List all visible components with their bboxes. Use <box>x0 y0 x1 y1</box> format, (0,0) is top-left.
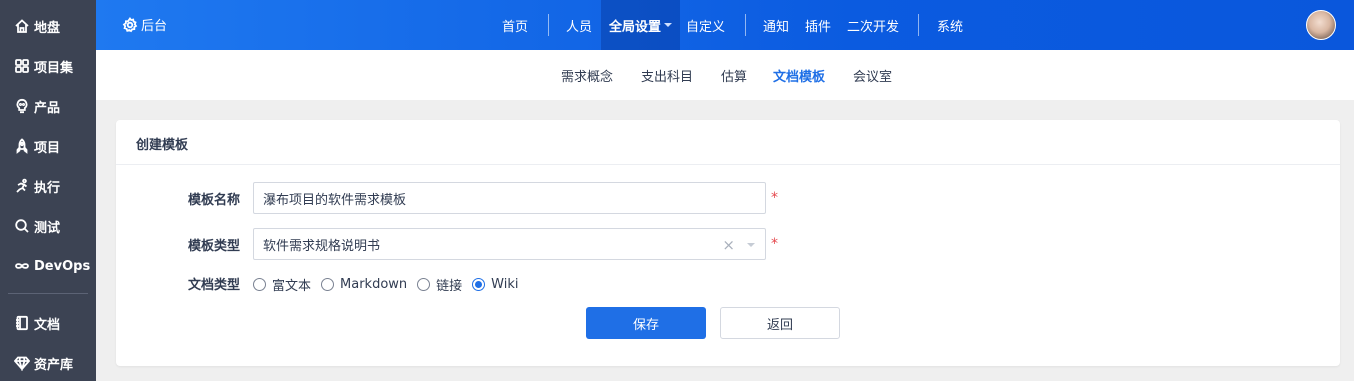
save-button[interactable]: 保存 <box>586 307 706 339</box>
sidebar-divider <box>8 293 88 294</box>
doc-type-radio-richtext[interactable]: 富文本 <box>253 275 311 294</box>
required-mark: * <box>771 236 778 252</box>
nav-people[interactable]: 人员 <box>566 0 592 50</box>
doc-type-radio-markdown[interactable]: Markdown <box>321 277 407 292</box>
panel-divider <box>116 164 1340 165</box>
sidebar-item-program[interactable]: 项目集 <box>0 46 96 86</box>
sidebar-item-label: 执行 <box>34 180 61 196</box>
radio-circle[interactable] <box>472 278 486 291</box>
radio-circle[interactable] <box>417 278 431 291</box>
sidebar-item-label: 资产库 <box>34 357 74 373</box>
sidebar-main-menu: 地盘 项目集 产品 项目 执行 测试 DevOps <box>0 6 96 286</box>
sidebar-item-project[interactable]: 项目 <box>0 126 96 166</box>
nav-global-settings[interactable]: 全局设置 <box>601 0 681 50</box>
nav-notify[interactable]: 通知 <box>763 0 789 50</box>
template-name-label: 模板名称 <box>187 193 240 208</box>
subnav-doc-template[interactable]: 文档模板 <box>773 66 825 85</box>
grid-icon <box>14 58 30 74</box>
bulb-icon <box>14 98 30 114</box>
template-type-label: 模板类型 <box>187 239 240 254</box>
template-name-input[interactable]: 瀑布项目的软件需求模板 <box>253 182 766 214</box>
run-icon <box>14 178 30 194</box>
nav-separator <box>548 14 549 36</box>
top-header: 后台 首页 人员 全局设置 自定义 通知 插件 二次开发 系统 <box>96 0 1354 50</box>
create-template-panel: 创建模板 模板名称 瀑布项目的软件需求模板 * 模板类型 软件需求规格说明书 ×… <box>116 120 1340 366</box>
sidebar-item-label: DevOps <box>34 258 91 274</box>
chevron-down-icon[interactable] <box>747 243 755 247</box>
template-type-value: 软件需求规格说明书 <box>263 238 381 254</box>
sidebar-item-doc[interactable]: 文档 <box>0 303 96 343</box>
gear-icon <box>122 16 138 32</box>
search-icon <box>14 218 30 234</box>
sidebar-bottom-menu: 文档 资产库 <box>0 303 96 381</box>
template-name-value: 瀑布项目的软件需求模板 <box>263 192 407 208</box>
nav-plugin[interactable]: 插件 <box>805 0 831 50</box>
radio-label: Markdown <box>340 277 408 292</box>
subnav-meeting-room[interactable]: 会议室 <box>853 66 892 85</box>
home-icon <box>14 18 30 34</box>
subnav-estimate[interactable]: 估算 <box>721 66 747 85</box>
doc-type-radio-wiki[interactable]: Wiki <box>472 277 519 292</box>
required-mark: * <box>771 190 778 206</box>
nav-separator <box>918 14 919 36</box>
brand-label: 后台 <box>141 19 168 34</box>
infinity-icon <box>14 258 30 274</box>
clear-icon[interactable]: × <box>722 236 735 254</box>
radio-label: Wiki <box>491 277 519 292</box>
chevron-down-icon <box>664 23 673 27</box>
avatar[interactable] <box>1306 10 1336 40</box>
doc-type-label: 文档类型 <box>187 278 240 293</box>
nav-global-settings-label: 全局设置 <box>609 19 662 35</box>
nav-home[interactable]: 首页 <box>502 0 528 50</box>
rocket-icon <box>14 138 30 154</box>
nav-secondary-dev[interactable]: 二次开发 <box>847 0 899 50</box>
subnav-story-concept[interactable]: 需求概念 <box>561 66 613 85</box>
back-button[interactable]: 返回 <box>720 307 840 339</box>
radio-label: 富文本 <box>272 279 312 294</box>
sidebar-item-label: 地盘 <box>34 20 61 36</box>
sidebar-item-label: 产品 <box>34 100 61 116</box>
sidebar-item-assets[interactable]: 资产库 <box>0 343 96 381</box>
diamond-icon <box>14 355 30 371</box>
radio-circle[interactable] <box>321 278 335 291</box>
sidebar-item-label: 项目 <box>34 140 61 156</box>
doc-type-radio-group: 富文本 Markdown 链接 Wiki <box>253 275 529 294</box>
sidebar-item-label: 文档 <box>34 317 61 333</box>
sidebar-item-dashboard[interactable]: 地盘 <box>0 6 96 46</box>
panel-title: 创建模板 <box>136 138 189 153</box>
radio-circle[interactable] <box>253 278 266 291</box>
admin-brand[interactable]: 后台 <box>122 15 167 34</box>
sidebar-item-test[interactable]: 测试 <box>0 206 96 246</box>
radio-label: 链接 <box>436 279 463 294</box>
sidebar-item-devops[interactable]: DevOps <box>0 246 96 286</box>
sidebar-item-label: 项目集 <box>34 60 74 76</box>
nav-separator <box>745 14 746 36</box>
sidebar-item-label: 测试 <box>34 220 61 236</box>
template-type-select[interactable]: 软件需求规格说明书 × <box>253 228 766 260</box>
doc-type-radio-link[interactable]: 链接 <box>417 275 462 294</box>
sidebar: 地盘 项目集 产品 项目 执行 测试 DevOps 文档 资产库 <box>0 0 96 381</box>
subnav-expense-subject[interactable]: 支出科目 <box>641 66 693 85</box>
notebook-icon <box>14 315 30 331</box>
nav-system[interactable]: 系统 <box>937 0 963 50</box>
sidebar-item-product[interactable]: 产品 <box>0 86 96 126</box>
nav-custom[interactable]: 自定义 <box>686 0 725 50</box>
sidebar-item-execution[interactable]: 执行 <box>0 166 96 206</box>
sub-nav: 需求概念 支出科目 估算 文档模板 会议室 <box>96 50 1354 100</box>
